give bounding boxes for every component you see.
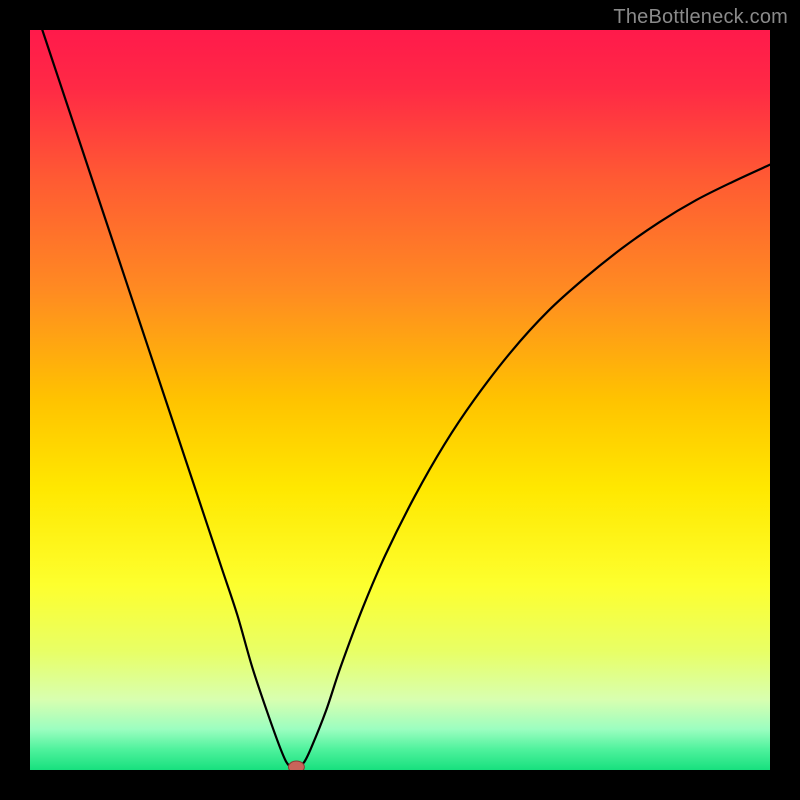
- chart-frame: TheBottleneck.com: [0, 0, 800, 800]
- attribution-text: TheBottleneck.com: [613, 6, 788, 29]
- minimum-marker: [288, 761, 304, 770]
- gradient-background: [30, 30, 770, 770]
- chart-svg: [30, 30, 770, 770]
- plot-area: [30, 30, 770, 770]
